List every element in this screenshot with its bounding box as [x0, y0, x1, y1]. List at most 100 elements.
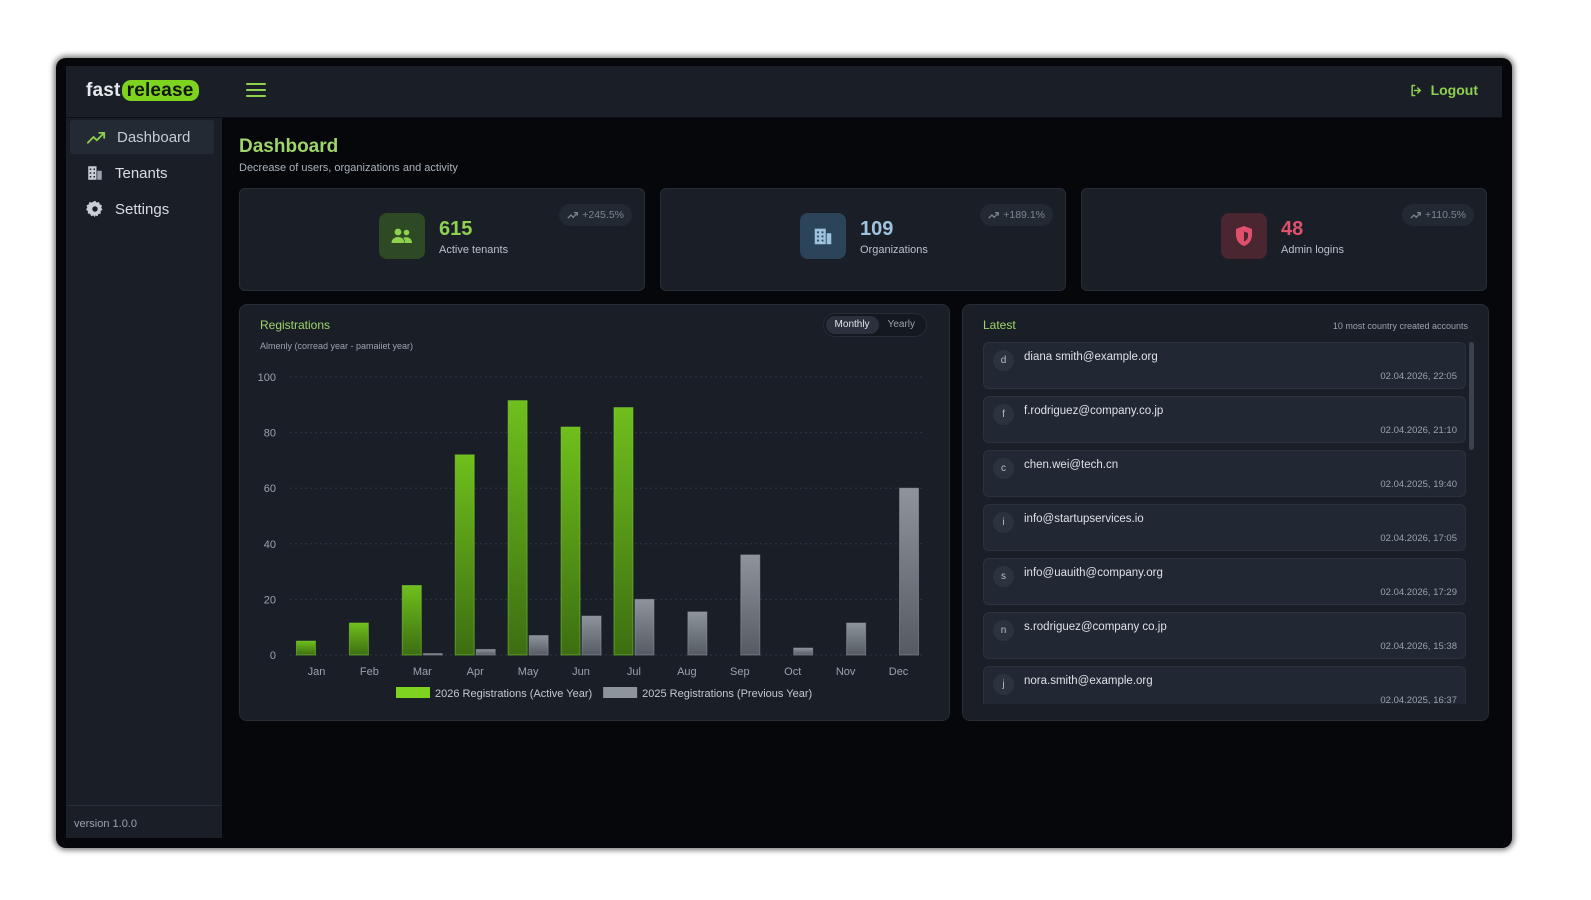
x-tick-label: Nov	[836, 666, 856, 678]
main-content: Dashboard Decrease of users, organizatio…	[222, 118, 1502, 838]
sidebar-divider	[66, 805, 222, 806]
y-tick-label: 60	[264, 483, 276, 495]
account-timestamp: 02.04.2026, 17:29	[1380, 587, 1457, 598]
account-email: info@uauith@company.org	[1024, 567, 1163, 579]
trend-chart-icon	[86, 132, 106, 144]
sidebar-item-label: Tenants	[115, 164, 168, 182]
building-icon	[88, 166, 102, 180]
trend-value: +189.1%	[1003, 209, 1045, 221]
x-tick-label: Feb	[360, 666, 379, 678]
users-icon	[379, 213, 425, 259]
account-email: f.rodriguez@company.co.jp	[1024, 405, 1164, 417]
sidebar-item-label: Dashboard	[117, 128, 191, 146]
stat-value: 48	[1281, 218, 1304, 240]
bar-previous-year[interactable]	[899, 487, 920, 656]
top-bar: fast release Logout	[66, 66, 1502, 118]
registrations-chart: 0 20 40 60 80 100 Jan Feb Mar Apr May Jun Jul Aug Sep O…	[258, 372, 925, 700]
bar-current-year[interactable]	[401, 585, 422, 656]
avatar: j	[993, 674, 1014, 695]
x-tick-label: Jul	[627, 666, 641, 678]
list-item[interactable]: n s.rodriguez@company co.jp 02.04.2026, …	[983, 612, 1466, 659]
trend-badge: +189.1%	[980, 204, 1053, 226]
logout-button[interactable]: Logout	[1409, 82, 1478, 98]
latest-title: Latest	[983, 318, 1016, 332]
bar-previous-year[interactable]	[581, 615, 602, 656]
legend-swatch	[396, 687, 430, 698]
y-tick-label: 80	[264, 428, 276, 440]
bar-previous-year[interactable]	[422, 653, 443, 656]
account-email: info@startupservices.io	[1024, 513, 1144, 525]
account-timestamp: 02.04.2026, 21:10	[1380, 425, 1457, 436]
logout-label: Logout	[1430, 82, 1478, 98]
account-timestamp: 02.04.2026, 15:38	[1380, 641, 1457, 652]
legend-label: 2026 Registrations (Active Year)	[435, 688, 592, 700]
list-item[interactable]: s info@uauith@company.org 02.04.2026, 17…	[983, 558, 1466, 605]
page-subtitle: Decrease of users, organizations and act…	[239, 162, 458, 174]
stat-card-admin-logins: 48 Admin logins +110.5%	[1081, 188, 1487, 291]
latest-note: 10 most country created accounts	[1332, 321, 1468, 331]
bar-current-year[interactable]	[348, 622, 369, 656]
registrations-panel: Registrations Almenly (corread year - pa…	[239, 304, 950, 721]
account-timestamp: 02.04.2025, 19:40	[1380, 479, 1457, 490]
bar-previous-year[interactable]	[475, 648, 496, 656]
x-tick-label: Aug	[677, 666, 697, 678]
bar-current-year[interactable]	[295, 640, 316, 656]
bar-current-year[interactable]	[560, 426, 581, 656]
list-item[interactable]: d diana smith@example.org 02.04.2026, 22…	[983, 342, 1466, 389]
sidebar-item-tenants[interactable]: Tenants	[70, 156, 214, 190]
stat-value: 615	[439, 218, 473, 240]
y-tick-label: 0	[270, 650, 276, 662]
legend-label: 2025 Registrations (Previous Year)	[642, 688, 812, 700]
bar-previous-year[interactable]	[687, 611, 708, 656]
account-email: s.rodriguez@company co.jp	[1024, 621, 1167, 633]
avatar: n	[993, 620, 1014, 641]
x-tick-label: May	[518, 666, 539, 678]
bar-previous-year[interactable]	[634, 598, 655, 656]
y-tick-label: 20	[264, 594, 276, 606]
x-tick-label: Sep	[730, 666, 750, 678]
app-logo[interactable]: fast release	[86, 80, 199, 102]
trend-up-icon	[1410, 212, 1421, 219]
account-email: diana smith@example.org	[1024, 351, 1158, 363]
logo-prefix: fast	[86, 80, 121, 101]
sidebar-item-label: Settings	[115, 200, 170, 218]
page-title: Dashboard	[239, 136, 339, 157]
stat-card-organizations: 109 Organizations +189.1%	[660, 188, 1066, 291]
bar-current-year[interactable]	[613, 407, 634, 656]
gear-icon	[86, 200, 103, 218]
shield-icon	[1221, 213, 1267, 259]
bar-previous-year[interactable]	[793, 647, 814, 656]
sidebar-item-settings[interactable]: Settings	[70, 192, 214, 226]
sidebar-item-dashboard[interactable]: Dashboard	[70, 120, 214, 154]
list-item[interactable]: j nora.smith@example.org 02.04.2025, 16:…	[983, 666, 1466, 704]
list-item[interactable]: f f.rodriguez@company.co.jp 02.04.2026, …	[983, 396, 1466, 443]
trend-up-icon	[988, 212, 1000, 219]
x-tick-label: Oct	[784, 666, 801, 678]
legend-swatch	[603, 687, 638, 698]
trend-up-icon	[567, 212, 579, 219]
bar-current-year[interactable]	[507, 400, 528, 656]
list-scrollbar[interactable]	[1469, 342, 1474, 450]
account-timestamp: 02.04.2026, 22:05	[1380, 371, 1457, 382]
avatar: c	[993, 458, 1014, 479]
list-item[interactable]: i info@startupservices.io 02.04.2026, 17…	[983, 504, 1466, 551]
bar-previous-year[interactable]	[740, 554, 761, 656]
stat-value: 109	[860, 218, 894, 240]
list-item[interactable]: c chen.wei@tech.cn 02.04.2025, 19:40	[983, 450, 1466, 497]
stat-label: Admin logins	[1281, 244, 1344, 256]
account-email: nora.smith@example.org	[1024, 675, 1153, 687]
avatar: i	[993, 512, 1014, 533]
bar-previous-year[interactable]	[846, 622, 867, 656]
trend-value: +245.5%	[582, 209, 624, 221]
version-label: version 1.0.0	[74, 818, 137, 830]
latest-accounts-list[interactable]: d diana smith@example.org 02.04.2026, 22…	[983, 342, 1466, 704]
bar-previous-year[interactable]	[528, 635, 549, 656]
building-icon	[800, 213, 846, 259]
x-tick-label: Mar	[413, 666, 432, 678]
trend-value: +110.5%	[1425, 209, 1466, 221]
trend-badge: +110.5%	[1402, 204, 1474, 226]
bar-current-year[interactable]	[454, 454, 475, 656]
x-tick-label: Jun	[572, 666, 590, 678]
avatar: f	[993, 404, 1014, 425]
menu-toggle-icon[interactable]	[246, 83, 266, 99]
